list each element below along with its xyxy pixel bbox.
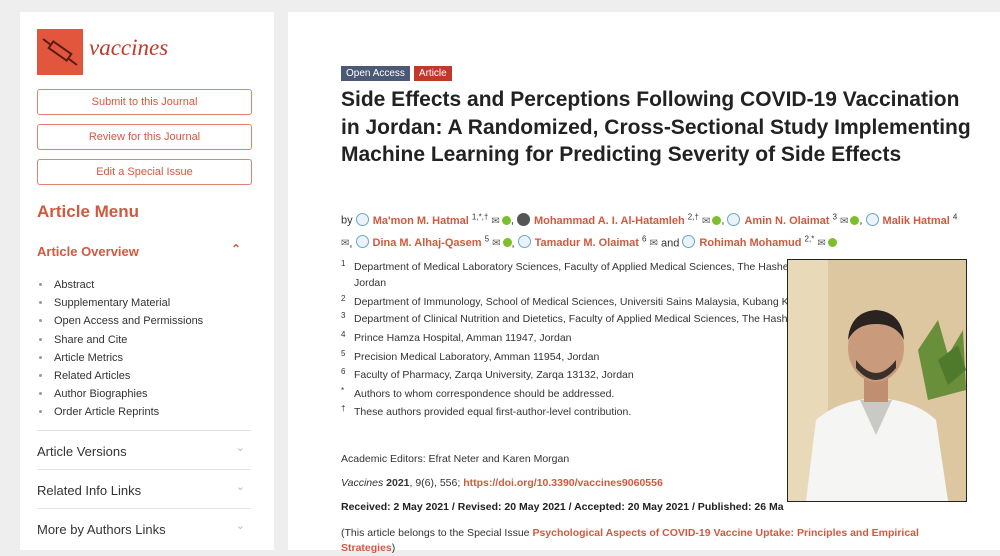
doi-link[interactable]: https://doi.org/10.3390/vaccines9060556 xyxy=(463,477,663,489)
author-avatar-icon xyxy=(355,235,369,249)
mail-icon[interactable]: ✉ xyxy=(341,238,349,249)
sidebar: vaccines Submit to this Journal Review f… xyxy=(20,12,274,550)
article-badges: Open Access Article xyxy=(341,66,452,81)
overview-item-related[interactable]: Related Articles xyxy=(37,367,203,385)
citation-journal: Vaccines xyxy=(341,477,384,489)
author-avatar-icon xyxy=(517,235,531,249)
article-menu-title: Article Menu xyxy=(37,202,140,221)
edit-special-issue-button[interactable]: Edit a Special Issue xyxy=(37,159,252,185)
article-overview-toggle[interactable]: Article Overview ⌃ xyxy=(37,242,251,259)
article-type-badge: Article xyxy=(413,66,452,81)
author-avatar-icon xyxy=(516,212,530,226)
mail-icon[interactable]: ✉ xyxy=(702,216,710,227)
orcid-icon[interactable] xyxy=(850,215,860,225)
mail-icon[interactable]: ✉ xyxy=(492,238,500,249)
orcid-icon[interactable] xyxy=(712,215,722,225)
author-list: by Ma'mon M. Hatmal 1,*,† ✉, Mohammad A.… xyxy=(341,212,958,250)
by-label: by xyxy=(341,214,353,227)
citation-line: Vaccines 2021, 9(6), 556; https://doi.or… xyxy=(341,477,663,489)
orcid-icon[interactable] xyxy=(502,238,512,248)
author-avatar-icon xyxy=(682,235,696,249)
overview-item-metrics[interactable]: Article Metrics xyxy=(37,349,203,367)
related-info-section[interactable]: Related Info Links ⌄ xyxy=(37,469,251,508)
author-avatar-icon xyxy=(355,212,369,226)
article-versions-label: Article Versions xyxy=(37,444,127,459)
more-by-authors-section[interactable]: More by Authors Links ⌄ xyxy=(37,508,251,547)
overview-list: Abstract Supplementary Material Open Acc… xyxy=(37,276,203,422)
author-item[interactable]: Ma'mon M. Hatmal 1,*,† ✉ xyxy=(355,212,511,227)
mail-icon[interactable]: ✉ xyxy=(817,238,825,249)
article-versions-section[interactable]: Article Versions ⌄ xyxy=(37,430,251,469)
review-journal-button[interactable]: Review for this Journal xyxy=(37,124,252,150)
overview-item-abstract[interactable]: Abstract xyxy=(37,276,203,294)
chevron-down-icon: ⌄ xyxy=(235,442,245,454)
mail-icon[interactable]: ✉ xyxy=(650,238,658,249)
author-avatar-icon xyxy=(865,212,879,226)
chevron-down-icon: ⌄ xyxy=(235,481,245,493)
academic-editors: Academic Editors: Efrat Neter and Karen … xyxy=(341,453,570,465)
publication-dates: Received: 2 May 2021 / Revised: 20 May 2… xyxy=(341,501,784,513)
overview-item-reprints[interactable]: Order Article Reprints xyxy=(37,403,203,421)
author-avatar-icon xyxy=(727,212,741,226)
syringe-icon xyxy=(37,29,83,75)
overview-item-share-cite[interactable]: Share and Cite xyxy=(37,331,203,349)
citation-volume: , 9(6), 556; xyxy=(409,477,464,489)
citation-year: 2021 xyxy=(386,477,410,489)
special-issue-note: (This article belongs to the Special Iss… xyxy=(341,527,919,554)
author-item[interactable]: Tamadur M. Olaimat 6 ✉ xyxy=(517,235,658,249)
overview-item-open-access[interactable]: Open Access and Permissions xyxy=(37,312,203,330)
author-item[interactable]: Rohimah Mohamud 2,* ✉ xyxy=(682,235,837,249)
journal-name: vaccines xyxy=(89,35,169,60)
journal-logo[interactable]: vaccines xyxy=(37,29,168,75)
author-item[interactable]: Mohammad A. I. Al-Hatamleh 2,† ✉ xyxy=(516,212,722,227)
chevron-up-icon: ⌃ xyxy=(230,242,241,256)
mail-icon[interactable]: ✉ xyxy=(491,216,499,227)
author-item[interactable]: Amin N. Olaimat 3 ✉ xyxy=(727,212,860,227)
author-photo-illustration xyxy=(788,260,966,501)
open-access-badge[interactable]: Open Access xyxy=(341,66,410,81)
chevron-down-icon: ⌄ xyxy=(235,520,245,532)
mail-icon[interactable]: ✉ xyxy=(840,216,848,227)
author-item[interactable]: Dina M. Alhaj-Qasem 5 ✉ xyxy=(355,235,512,249)
related-info-label: Related Info Links xyxy=(37,483,142,498)
more-by-authors-label: More by Authors Links xyxy=(37,522,166,537)
orcid-icon[interactable] xyxy=(501,215,511,225)
and-label: and xyxy=(660,237,680,250)
orcid-icon[interactable] xyxy=(827,238,837,248)
overview-item-biographies[interactable]: Author Biographies xyxy=(37,385,203,403)
article-title: Side Effects and Perceptions Following C… xyxy=(341,88,971,166)
author-photo xyxy=(787,259,967,502)
article-overview-label: Article Overview xyxy=(37,244,139,259)
submit-journal-button[interactable]: Submit to this Journal xyxy=(37,89,252,115)
overview-item-supplementary[interactable]: Supplementary Material xyxy=(37,294,203,312)
